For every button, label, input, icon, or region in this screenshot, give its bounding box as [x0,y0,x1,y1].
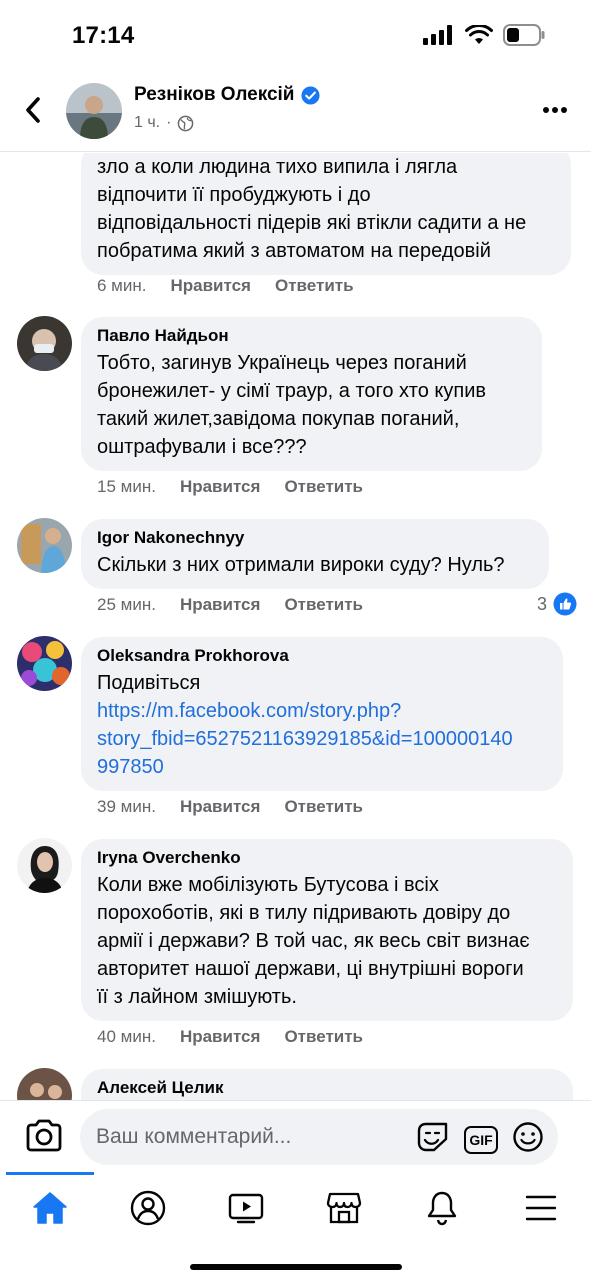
comment-bubble[interactable]: Igor Nakonechnyy Скільки з них отримали … [81,519,549,589]
video-icon [228,1193,264,1224]
commenter-avatar[interactable] [17,316,72,371]
comment-text: Подивіться [97,672,201,694]
comment-actions: 6 мин. Нравится Ответить [97,276,354,296]
signal-icon [423,25,452,45]
like-button[interactable]: Нравится [180,477,261,497]
verified-badge-icon [300,85,320,105]
commenter-avatar[interactable] [17,518,72,573]
comment-author[interactable]: Павло Найдьон [97,325,526,347]
comment-author[interactable]: Oleksandra Prokhorova [97,645,547,667]
comment-link[interactable]: https://m.facebook.com/story.php? story_… [97,697,547,781]
like-button[interactable]: Нравится [170,276,251,296]
comment-bubble[interactable]: Oleksandra Prokhorova Подивіться https:/… [81,637,563,791]
bell-icon [427,1191,457,1226]
comment-composer: GIF [0,1100,591,1172]
reply-button[interactable]: Ответить [284,1027,363,1047]
sticker-button[interactable] [416,1121,450,1158]
battery-icon [503,24,545,46]
comment-actions: 40 мин. Нравится Ответить [97,1027,363,1047]
reply-button[interactable]: Ответить [284,595,363,615]
status-time: 17:14 [72,22,135,49]
reaction-count: 3 [536,593,547,614]
comment-bubble[interactable]: зло а коли людина тихо випила і лягла ві… [81,153,571,275]
tab-marketplace[interactable] [320,1188,368,1228]
emoji-icon [513,1122,543,1152]
author-avatar[interactable] [66,83,122,139]
tab-menu[interactable] [517,1188,565,1228]
comment-bubble[interactable]: Алексей Целик [81,1069,573,1100]
tab-profile[interactable] [124,1188,172,1228]
comment-time[interactable]: 15 мин. [97,477,156,497]
store-icon [326,1192,362,1224]
reply-button[interactable]: Ответить [284,477,363,497]
more-options-button[interactable] [539,96,571,124]
back-button[interactable] [18,92,48,128]
commenter-avatar[interactable] [17,1068,72,1100]
active-tab-indicator [6,1172,94,1175]
tab-notifications[interactable] [418,1188,466,1228]
globe-icon [178,115,194,131]
post-time[interactable]: 1 ч. [134,114,160,132]
post-header: Резніков Олексій 1 ч. · [0,72,591,152]
menu-icon [525,1195,557,1221]
comment-bubble[interactable]: Iryna Overchenko Коли вже мобілізують Бу… [81,839,573,1021]
composer-icons: GIF [416,1121,544,1158]
more-icon [543,107,567,113]
camera-icon [26,1119,62,1152]
status-icons [423,24,545,46]
wifi-icon [465,25,493,44]
comment-time[interactable]: 25 мин. [97,595,156,615]
reply-button[interactable]: Ответить [275,276,354,296]
commenter-avatar[interactable] [17,838,72,893]
reply-button[interactable]: Ответить [284,797,363,817]
author-name[interactable]: Резніков Олексій [134,84,295,106]
status-bar: 17:14 [0,0,591,70]
comment-text: Коли вже мобілізують Бутусова і всіх пор… [97,874,530,1008]
comment-time[interactable]: 6 мин. [97,276,146,296]
comment-bubble[interactable]: Павло Найдьон Тобто, загинув Українець ч… [81,317,542,471]
comment-input[interactable] [96,1109,396,1165]
reaction-summary[interactable]: 3 [537,592,577,616]
post-meta: 1 ч. · [134,114,194,132]
home-icon [33,1192,67,1224]
tab-watch[interactable] [222,1188,270,1228]
comment-text: Тобто, загинув Українець через поганий б… [97,352,487,458]
sticker-icon [417,1122,448,1152]
commenter-avatar[interactable] [17,636,72,691]
chevron-left-icon [26,97,40,123]
emoji-button[interactable] [512,1121,544,1158]
comment-input-box[interactable]: GIF [80,1109,558,1165]
camera-button[interactable] [24,1118,64,1154]
gif-label: GIF [469,1131,493,1148]
comment-time[interactable]: 39 мин. [97,797,156,817]
comment-actions: 39 мин. Нравится Ответить [97,797,363,817]
comments-list[interactable]: зло а коли людина тихо випила і лягла ві… [0,153,591,1100]
like-button[interactable]: Нравится [180,595,261,615]
comment-text: зло а коли людина тихо випила і лягла ві… [97,156,527,262]
comment-author[interactable]: Алексей Целик [97,1077,557,1099]
comment-author[interactable]: Igor Nakonechnyy [97,527,533,549]
like-button[interactable]: Нравится [180,797,261,817]
meta-separator: · [166,114,172,131]
comment-actions: 25 мин. Нравится Ответить [97,595,363,615]
profile-icon [130,1190,166,1226]
home-indicator[interactable] [190,1264,402,1270]
like-button[interactable]: Нравится [180,1027,261,1047]
comment-time[interactable]: 40 мин. [97,1027,156,1047]
like-icon [553,592,577,616]
tab-home[interactable] [26,1188,74,1228]
comment-author[interactable]: Iryna Overchenko [97,847,557,869]
comment-actions: 15 мин. Нравится Ответить [97,477,363,497]
bottom-tab-bar [0,1172,591,1280]
gif-button[interactable]: GIF [464,1125,498,1154]
author-name-row[interactable]: Резніков Олексій [134,84,320,106]
comment-text: Скільки з них отримали вироки суду? Нуль… [97,554,505,576]
